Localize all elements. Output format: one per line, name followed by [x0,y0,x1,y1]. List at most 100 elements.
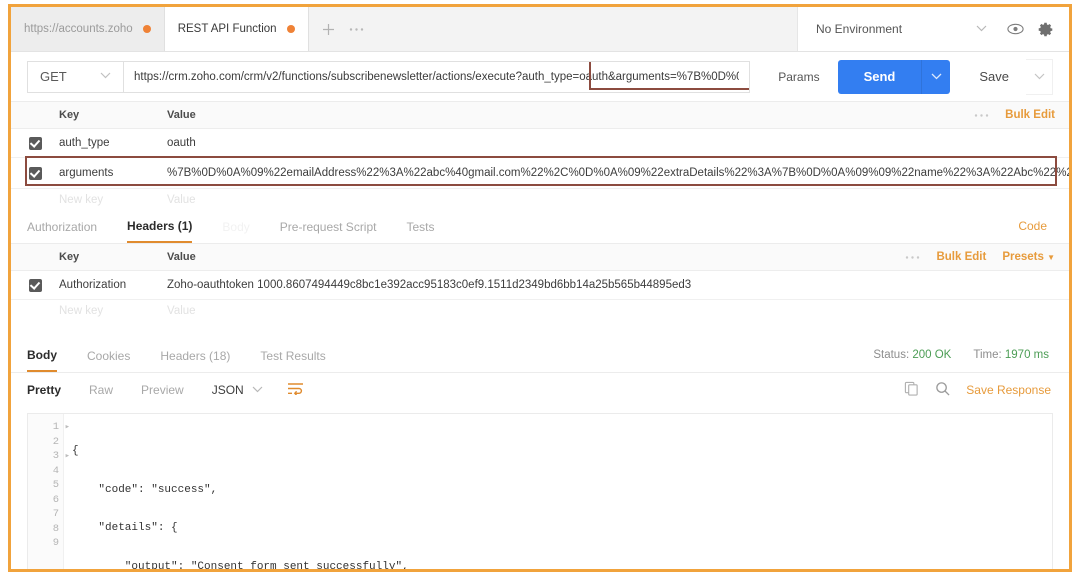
response-tab-headers[interactable]: Headers (18) [160,340,230,372]
unsaved-dot-icon [286,25,295,33]
tab-body[interactable]: Body [222,211,249,243]
table-row[interactable]: auth_type oauth [11,129,1069,158]
code-link[interactable]: Code [1018,219,1047,233]
viewer-mode-label: Pretty [27,383,62,397]
tab-pre-request-script[interactable]: Pre-request Script [280,211,377,243]
headers-row-key[interactable]: Authorization [59,279,167,291]
request-tab-strip: https://accounts.zoho REST API Function [11,7,377,51]
table-row[interactable]: Authorization Zoho-oauthtoken 1000.86074… [11,271,1069,300]
params-button[interactable]: Params [764,61,833,93]
request-tab-rest-api-function[interactable]: REST API Function [164,7,309,51]
line-number: 3 ▸ [52,450,70,462]
save-options-chevron-down-icon[interactable] [1026,58,1053,95]
fold-toggle-icon[interactable]: ▸ [65,420,70,435]
tab-authorization[interactable]: Authorization [27,211,97,243]
viewer-mode-label: Raw [89,383,114,397]
headers-table-header: Key Value Bulk Edit Presets ▼ [11,244,1069,271]
response-tab-body[interactable]: Body [27,340,57,372]
response-section-tabs: Body Cookies Headers (18) Test Results S… [11,340,1069,373]
params-row-value[interactable]: oauth [167,137,1069,149]
plus-icon[interactable] [317,17,341,41]
save-button[interactable]: Save [962,58,1026,95]
copy-icon[interactable] [904,381,919,399]
http-method-selector[interactable]: GET [27,60,123,93]
response-meta: Status: 200 OK Time: 1970 ms [873,349,1049,361]
viewer-mode-pretty[interactable]: Pretty [27,383,61,397]
request-url-row: GET https://crm.zoho.com/crm/v2/function… [11,52,1069,102]
headers-row-value-placeholder[interactable]: Value [167,305,1069,317]
code-line: { [72,445,79,457]
line-number: 2 [52,435,59,448]
response-viewer-bar: Pretty Raw Preview JSON Save Response [11,373,1069,407]
request-tab-label: REST API Function [177,23,277,35]
gear-icon[interactable] [1031,15,1059,43]
params-label: Params [778,69,820,84]
code-line: "output": "Consent form sent successfull… [72,560,409,571]
url-text: https://crm.zoho.com/crm/v2/functions/su… [134,70,740,83]
environment-label: No Environment [816,22,903,36]
ellipsis-icon[interactable] [974,109,989,121]
eye-icon[interactable] [1001,15,1029,43]
params-table-header: Key Value Bulk Edit [11,102,1069,129]
save-label: Save [979,69,1009,84]
params-row-checkbox[interactable] [11,166,59,180]
params-column-key: Key [59,109,80,121]
table-row-empty[interactable]: New key Value [11,189,1069,211]
headers-row-key-placeholder[interactable]: New key [59,305,167,317]
response-format-label: JSON [211,383,244,397]
send-options-chevron-down-icon[interactable] [921,59,951,94]
line-number: 8 [52,522,59,535]
ellipsis-icon[interactable] [905,251,920,263]
status-value: 200 OK [912,349,952,361]
tab-tools [308,7,377,51]
response-tab-cookies[interactable]: Cookies [87,340,130,372]
params-table-actions: Bulk Edit [974,102,1055,128]
headers-presets-dropdown[interactable]: Presets ▼ [1002,251,1055,263]
line-number-gutter: 1 ▸ 2 3 ▸ 4 5 6 7 8 9 [28,414,70,569]
response-json-code[interactable]: { "code": "success", "details": { "outpu… [64,414,1052,571]
viewer-mode-label: Preview [141,383,184,397]
send-button-group: Send [837,59,951,94]
tab-tests[interactable]: Tests [406,211,434,243]
params-row-key[interactable]: auth_type [59,137,167,149]
params-row-value[interactable]: %7B%0D%0A%09%22emailAddress%22%3A%22abc%… [167,167,1069,179]
headers-row-value[interactable]: Zoho-oauthtoken 1000.8607494449c8bc1e392… [167,279,1069,291]
send-button[interactable]: Send [837,59,922,94]
word-wrap-icon[interactable] [287,382,304,398]
params-row-checkbox[interactable] [11,136,59,150]
ellipsis-icon[interactable] [345,17,369,41]
response-tab-test-results[interactable]: Test Results [260,340,325,372]
table-row[interactable]: arguments %7B%0D%0A%09%22emailAddress%22… [11,156,1069,189]
chevron-down-icon [100,71,111,82]
params-row-value-placeholder[interactable]: Value [167,194,1069,206]
tab-label: Headers (1) [127,219,193,233]
request-section-tabs: Authorization Headers (1) Body Pre-reque… [11,211,1069,244]
search-icon[interactable] [935,381,950,399]
environment-selector[interactable]: No Environment [798,22,999,36]
tab-label: Body [27,348,57,362]
request-tab-accounts[interactable]: https://accounts.zoho [11,7,165,51]
url-input[interactable]: https://crm.zoho.com/crm/v2/functions/su… [123,60,751,93]
tab-headers[interactable]: Headers (1) [127,211,193,243]
viewer-mode-raw[interactable]: Raw [89,383,113,397]
params-bulk-edit-link[interactable]: Bulk Edit [1005,109,1055,121]
params-row-key[interactable]: arguments [59,167,167,179]
request-tab-label: https://accounts.zoho [24,23,133,35]
tab-label: Tests [406,220,435,234]
headers-row-checkbox[interactable] [11,278,59,292]
line-number: 6 [52,493,59,506]
tab-label: Pre-request Script [279,220,377,234]
line-number: 9 [52,537,59,549]
status-label: Status: [873,349,910,361]
response-body-viewer[interactable]: 1 ▸ 2 3 ▸ 4 5 6 7 8 9 { "code": "success",… [27,413,1053,571]
table-row-empty[interactable]: New key Value [11,300,1069,322]
params-row-key-placeholder[interactable]: New key [59,194,167,206]
viewer-mode-preview[interactable]: Preview [141,383,184,397]
fold-toggle-icon[interactable]: ▸ [65,449,70,464]
response-format-selector[interactable]: JSON [212,383,263,397]
tab-label: Test Results [260,349,326,363]
headers-bulk-edit-link[interactable]: Bulk Edit [936,251,986,263]
line-number: 4 [52,464,59,477]
chevron-down-icon: ▼ [1047,253,1055,262]
save-response-link[interactable]: Save Response [966,383,1051,397]
